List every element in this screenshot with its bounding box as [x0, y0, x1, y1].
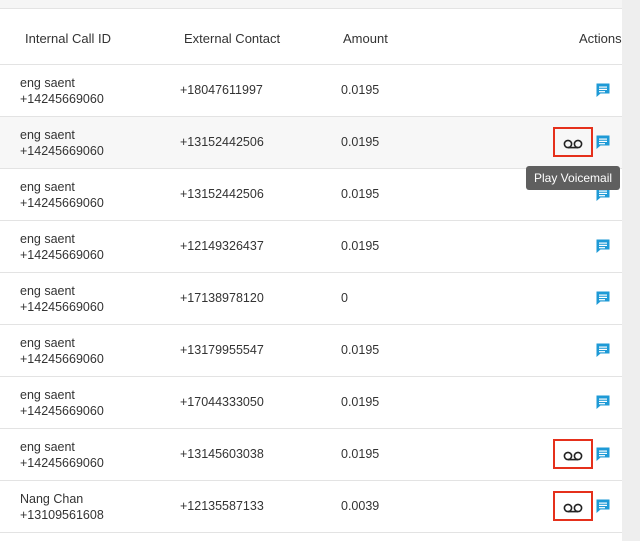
message-icon[interactable] [595, 290, 611, 306]
voicemail-icon[interactable] [563, 502, 583, 513]
caller-number: +14245669060 [20, 404, 104, 418]
table-row: Nang Chan +13109561608 +12135587133 0.0039 [0, 481, 622, 533]
caller-number: +14245669060 [20, 92, 104, 106]
external-contact: +13152442506 [180, 187, 264, 201]
header-internal-call-id[interactable]: Internal Call ID [25, 31, 111, 46]
caller-name: eng saent [20, 336, 75, 350]
header-amount[interactable]: Amount [343, 31, 388, 46]
caller-number: +14245669060 [20, 456, 104, 470]
external-contact: +12149326437 [180, 239, 264, 253]
external-contact: +17138978120 [180, 291, 264, 305]
amount: 0.0195 [341, 343, 380, 357]
amount: 0.0195 [341, 187, 380, 201]
caller-number: +14245669060 [20, 144, 104, 158]
amount: 0 [341, 291, 348, 305]
amount: 0.0195 [341, 83, 380, 97]
amount: 0.0195 [341, 239, 380, 253]
table-row: eng saent +14245669060 +12149326437 0.0195 [0, 221, 622, 273]
calls-table: Internal Call ID External Contact Amount… [0, 9, 622, 533]
internal-call-id: eng saent +14245669060 [20, 283, 104, 315]
voicemail-icon[interactable] [563, 450, 583, 461]
amount: 0.0195 [341, 395, 380, 409]
table-row: eng saent +14245669060 +13179955547 0.0195 [0, 325, 622, 377]
internal-call-id: eng saent +14245669060 [20, 387, 104, 419]
amount: 0.0039 [341, 499, 380, 513]
header-external-contact[interactable]: External Contact [184, 31, 280, 46]
caller-name: eng saent [20, 284, 75, 298]
message-icon[interactable] [595, 446, 611, 462]
table-row: eng saent +14245669060 +18047611997 0.0195 [0, 65, 622, 117]
caller-number: +14245669060 [20, 352, 104, 366]
caller-number: +13109561608 [20, 508, 104, 522]
caller-number: +14245669060 [20, 248, 104, 262]
external-contact: +18047611997 [180, 83, 263, 97]
internal-call-id: eng saent +14245669060 [20, 335, 104, 367]
caller-name: eng saent [20, 128, 75, 142]
external-contact: +13179955547 [180, 343, 264, 357]
message-icon[interactable] [595, 238, 611, 254]
table-row: eng saent +14245669060 +13152442506 0.0195 [0, 117, 622, 169]
internal-call-id: eng saent +14245669060 [20, 439, 104, 471]
external-contact: +12135587133 [180, 499, 264, 513]
internal-call-id: eng saent +14245669060 [20, 127, 104, 159]
header-actions: Actions [579, 31, 622, 46]
table-row: eng saent +14245669060 +13145603038 0.0195 [0, 429, 622, 481]
table-body: eng saent +14245669060 +18047611997 0.0195 e… [0, 65, 622, 533]
message-icon[interactable] [595, 498, 611, 514]
caller-name: eng saent [20, 76, 75, 90]
table-row: eng saent +14245669060 +17138978120 0 [0, 273, 622, 325]
internal-call-id: eng saent +14245669060 [20, 231, 104, 263]
external-contact: +13152442506 [180, 135, 264, 149]
message-icon[interactable] [595, 134, 611, 150]
table-header: Internal Call ID External Contact Amount… [0, 9, 622, 65]
table-row: eng saent +14245669060 +17044333050 0.0195 [0, 377, 622, 429]
internal-call-id: Nang Chan +13109561608 [20, 491, 104, 523]
message-icon[interactable] [595, 394, 611, 410]
message-icon[interactable] [595, 82, 611, 98]
amount: 0.0195 [341, 447, 380, 461]
caller-name: eng saent [20, 388, 75, 402]
play-voicemail-tooltip: Play Voicemail [526, 166, 621, 190]
caller-name: eng saent [20, 440, 75, 454]
caller-name: eng saent [20, 180, 75, 194]
external-contact: +17044333050 [180, 395, 264, 409]
caller-number: +14245669060 [20, 300, 104, 314]
message-icon[interactable] [595, 342, 611, 358]
top-band [0, 0, 622, 9]
amount: 0.0195 [341, 135, 380, 149]
caller-name: Nang Chan [20, 492, 84, 506]
caller-name: eng saent [20, 232, 75, 246]
scrollbar[interactable] [622, 0, 640, 541]
external-contact: +13145603038 [180, 447, 264, 461]
internal-call-id: eng saent +14245669060 [20, 75, 104, 107]
internal-call-id: eng saent +14245669060 [20, 179, 104, 211]
caller-number: +14245669060 [20, 196, 104, 210]
voicemail-icon[interactable] [563, 138, 583, 149]
